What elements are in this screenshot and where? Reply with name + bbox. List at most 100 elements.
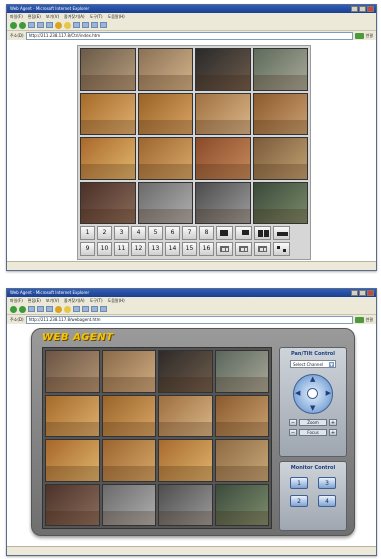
channel-button[interactable]: 12 — [131, 242, 146, 256]
camera-feed[interactable] — [195, 181, 251, 224]
menu-view[interactable]: 보기(V) — [46, 297, 59, 304]
stop-icon[interactable] — [28, 22, 35, 28]
layout-quad-icon[interactable] — [216, 242, 233, 256]
channel-button[interactable]: 4 — [131, 226, 146, 240]
refresh-icon[interactable] — [37, 22, 44, 28]
camera-feed[interactable] — [137, 48, 193, 91]
channel-button[interactable]: 9 — [80, 242, 95, 256]
camera-feed[interactable] — [158, 483, 213, 526]
menu-edit[interactable]: 편집(E) — [28, 297, 41, 304]
focus-near-button[interactable]: − — [289, 429, 297, 436]
layout-pip-icon[interactable] — [235, 226, 252, 240]
camera-feed[interactable] — [45, 350, 100, 393]
ptz-center-icon[interactable] — [307, 388, 318, 399]
camera-feed[interactable] — [214, 350, 269, 393]
camera-feed[interactable] — [45, 483, 100, 526]
menu-help[interactable]: 도움말(H) — [108, 297, 125, 304]
arrow-down-icon[interactable]: ▼ — [310, 405, 315, 412]
camera-feed[interactable] — [214, 483, 269, 526]
forward-icon[interactable] — [19, 21, 26, 29]
back-icon[interactable] — [10, 305, 17, 313]
menu-help[interactable]: 도움말(H) — [108, 13, 125, 20]
arrow-up-icon[interactable]: ▲ — [310, 376, 315, 383]
camera-feed[interactable] — [195, 92, 251, 135]
channel-button[interactable]: 13 — [148, 242, 163, 256]
links-label[interactable]: 연결 — [366, 317, 373, 323]
zoom-out-button[interactable]: − — [289, 419, 297, 426]
channel-button[interactable]: 11 — [114, 242, 129, 256]
media-icon[interactable] — [73, 22, 80, 28]
monitor-button-2[interactable]: 2 — [290, 495, 308, 507]
mail-icon[interactable] — [91, 306, 98, 312]
menu-view[interactable]: 보기(V) — [46, 13, 59, 20]
layout-wide-icon[interactable] — [273, 226, 290, 240]
chevron-down-icon[interactable]: ▼ — [329, 362, 334, 367]
channel-select[interactable]: Select Channel ▼ — [290, 360, 336, 368]
camera-feed[interactable] — [137, 137, 193, 180]
close-button[interactable] — [367, 6, 374, 12]
channel-button[interactable]: 3 — [114, 226, 129, 240]
back-icon[interactable] — [10, 21, 17, 29]
camera-feed[interactable] — [158, 350, 213, 393]
history-icon[interactable] — [82, 306, 89, 312]
camera-feed[interactable] — [80, 137, 136, 180]
camera-feed[interactable] — [45, 394, 100, 437]
refresh-icon[interactable] — [37, 306, 44, 312]
channel-button[interactable]: 15 — [182, 242, 197, 256]
camera-feed[interactable] — [45, 439, 100, 482]
address-input[interactable]: http://211.238.117.8/webagent.htm — [25, 315, 353, 324]
camera-feed[interactable] — [252, 181, 308, 224]
print-icon[interactable] — [100, 306, 107, 312]
address-input[interactable]: http://211.238.117.8/Ctrl/index.htm — [25, 31, 353, 40]
links-label[interactable]: 연결 — [366, 33, 373, 39]
monitor-button-1[interactable]: 1 — [290, 477, 308, 489]
stop-icon[interactable] — [28, 306, 35, 312]
channel-button[interactable]: 14 — [165, 242, 180, 256]
home-icon[interactable] — [46, 306, 53, 312]
menu-file[interactable]: 파일(F) — [10, 297, 23, 304]
channel-button[interactable]: 7 — [182, 226, 197, 240]
camera-feed[interactable] — [214, 439, 269, 482]
camera-feed[interactable] — [252, 48, 308, 91]
media-icon[interactable] — [73, 306, 80, 312]
minimize-button[interactable] — [351, 290, 358, 296]
close-button[interactable] — [367, 290, 374, 296]
camera-feed[interactable] — [137, 181, 193, 224]
channel-button[interactable]: 2 — [97, 226, 112, 240]
menu-favorites[interactable]: 즐겨찾기(A) — [64, 13, 85, 20]
layout-single-icon[interactable] — [216, 226, 233, 240]
history-icon[interactable] — [82, 22, 89, 28]
menu-file[interactable]: 파일(F) — [10, 13, 23, 20]
minimize-button[interactable] — [351, 6, 358, 12]
forward-icon[interactable] — [19, 305, 26, 313]
camera-feed[interactable] — [80, 92, 136, 135]
fullscreen-icon[interactable] — [273, 242, 290, 256]
channel-button[interactable]: 8 — [199, 226, 214, 240]
menu-tools[interactable]: 도구(T) — [90, 297, 103, 304]
arrow-right-icon[interactable]: ▶ — [326, 390, 331, 397]
monitor-button-4[interactable]: 4 — [318, 495, 336, 507]
print-icon[interactable] — [100, 22, 107, 28]
search-icon[interactable] — [55, 305, 62, 313]
maximize-button[interactable] — [359, 290, 366, 296]
camera-feed[interactable] — [214, 394, 269, 437]
home-icon[interactable] — [46, 22, 53, 28]
camera-feed[interactable] — [80, 181, 136, 224]
camera-feed[interactable] — [252, 137, 308, 180]
zoom-in-button[interactable]: + — [329, 419, 337, 426]
camera-feed[interactable] — [252, 92, 308, 135]
maximize-button[interactable] — [359, 6, 366, 12]
layout-sixteen-icon[interactable] — [254, 242, 271, 256]
monitor-button-3[interactable]: 3 — [318, 477, 336, 489]
camera-feed[interactable] — [195, 137, 251, 180]
layout-nine-icon[interactable] — [235, 242, 252, 256]
favorites-icon[interactable] — [64, 21, 71, 29]
camera-feed[interactable] — [101, 394, 156, 437]
channel-button[interactable]: 6 — [165, 226, 180, 240]
camera-feed[interactable] — [195, 48, 251, 91]
search-icon[interactable] — [55, 21, 62, 29]
mail-icon[interactable] — [91, 22, 98, 28]
arrow-left-icon[interactable]: ◀ — [295, 390, 300, 397]
channel-button[interactable]: 1 — [80, 226, 95, 240]
favorites-icon[interactable] — [64, 305, 71, 313]
